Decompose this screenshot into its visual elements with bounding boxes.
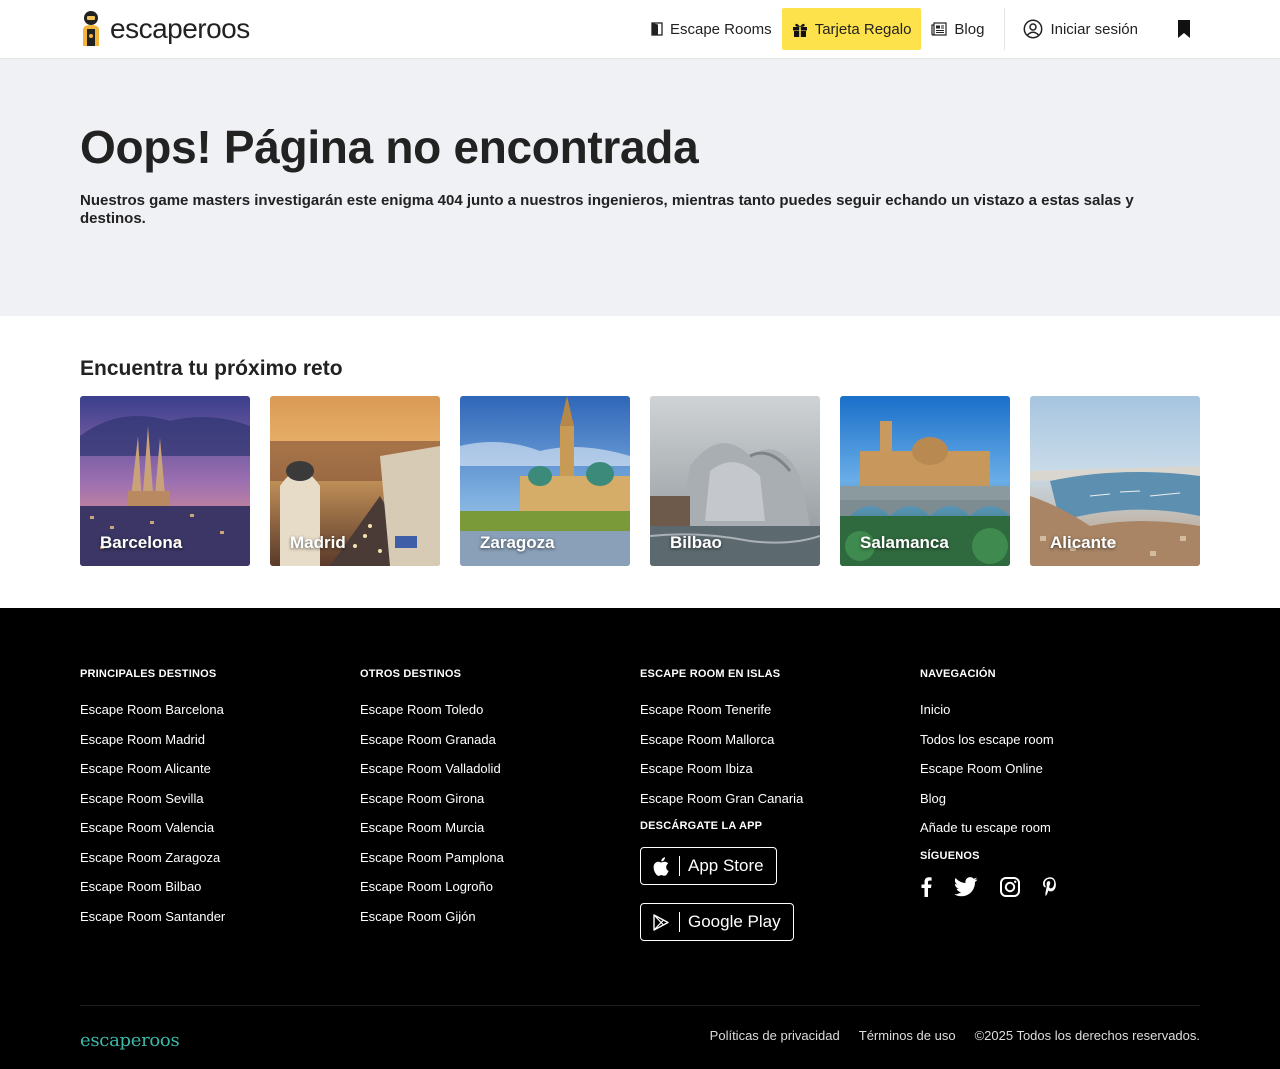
footer-link[interactable]: Escape Room Granada xyxy=(360,732,640,748)
logo-character-icon xyxy=(83,11,99,46)
site-header: escaperoos Escape Rooms Tarjeta Regalo B… xyxy=(0,0,1280,59)
footer-link[interactable]: Inicio xyxy=(920,702,1200,718)
footer-bottom-bar: escaperoos Políticas de privacidad Térmi… xyxy=(80,1005,1200,1069)
error-hero: Oops! Página no encontrada Nuestros game… xyxy=(0,59,1280,316)
page-subtitle: Nuestros game masters investigarán este … xyxy=(80,192,1134,227)
social-links xyxy=(920,876,1200,897)
footer-link[interactable]: Escape Room Online xyxy=(920,761,1200,777)
city-name: Zaragoza xyxy=(480,533,555,552)
nav-escape-rooms[interactable]: Escape Rooms xyxy=(641,8,782,50)
footer-link[interactable]: Escape Room Bilbao xyxy=(80,879,360,895)
copyright-text: ©2025 Todos los derechos reservados. xyxy=(974,1028,1200,1043)
city-name: Madrid xyxy=(290,533,346,552)
bookmark-icon xyxy=(1178,20,1190,38)
footer-link[interactable]: Añade tu escape room xyxy=(920,820,1200,836)
footer-link[interactable]: Escape Room Girona xyxy=(360,791,640,807)
cities-section: Encuentra tu próximo reto Barcelona Madr… xyxy=(0,316,1280,608)
nav-escape-rooms-label: Escape Rooms xyxy=(669,20,772,38)
site-logo[interactable]: escaperoos xyxy=(80,10,250,47)
footer-col-principales: PRINCIPALES DESTINOS Escape Room Barcelo… xyxy=(80,668,360,959)
city-card-salamanca[interactable]: Salamanca xyxy=(840,396,1010,566)
city-card-zaragoza[interactable]: Zaragoza xyxy=(460,396,630,566)
city-card-barcelona[interactable]: Barcelona xyxy=(80,396,250,566)
apple-icon xyxy=(653,856,669,876)
footer-heading: ESCAPE ROOM EN ISLAS xyxy=(640,668,781,680)
store-separator xyxy=(679,856,680,876)
footer-link[interactable]: Todos los escape room xyxy=(920,732,1200,748)
app-store-label: App Store xyxy=(688,856,764,875)
city-name: Salamanca xyxy=(860,533,949,552)
door-icon xyxy=(651,22,663,36)
city-card-bilbao[interactable]: Bilbao xyxy=(650,396,820,566)
footer-logo[interactable]: escaperoos xyxy=(80,1030,180,1051)
nav-gift-card[interactable]: Tarjeta Regalo xyxy=(781,8,922,50)
footer-link[interactable]: Escape Room Pamplona xyxy=(360,850,640,866)
newspaper-icon xyxy=(931,22,948,36)
footer-link[interactable]: Escape Room Mallorca xyxy=(640,732,920,748)
terms-link[interactable]: Términos de uso xyxy=(859,1028,956,1043)
nav-login[interactable]: Iniciar sesión xyxy=(1023,8,1166,50)
pinterest-icon[interactable] xyxy=(1042,876,1058,897)
city-card-madrid[interactable]: Madrid xyxy=(270,396,440,566)
footer-link[interactable]: Escape Room Zaragoza xyxy=(80,850,360,866)
footer-link[interactable]: Escape Room Logroño xyxy=(360,879,640,895)
nav-gift-card-label: Tarjeta Regalo xyxy=(814,20,912,38)
site-footer: PRINCIPALES DESTINOS Escape Room Barcelo… xyxy=(0,608,1280,1069)
city-name: Barcelona xyxy=(100,533,183,552)
footer-link[interactable]: Escape Room Valencia xyxy=(80,820,360,836)
instagram-icon[interactable] xyxy=(1000,876,1020,897)
google-play-label: Google Play xyxy=(688,912,781,931)
page-title: Oops! Página no encontrada xyxy=(80,121,699,173)
gift-icon xyxy=(792,23,807,37)
google-play-icon xyxy=(653,913,669,931)
footer-link[interactable]: Escape Room Alicante xyxy=(80,761,360,777)
footer-link[interactable]: Escape Room Sevilla xyxy=(80,791,360,807)
app-store-button[interactable]: App Store xyxy=(640,847,777,885)
facebook-icon[interactable] xyxy=(920,876,932,897)
cities-heading: Encuentra tu próximo reto xyxy=(80,357,343,380)
footer-heading: NAVEGACIÓN xyxy=(920,668,996,680)
footer-link[interactable]: Escape Room Gran Canaria xyxy=(640,791,920,807)
store-separator xyxy=(679,912,680,932)
footer-link[interactable]: Escape Room Gijón xyxy=(360,909,640,925)
city-card-alicante[interactable]: Alicante xyxy=(1030,396,1200,566)
city-list: Barcelona Madrid Zaragoza Bilbao Salaman… xyxy=(80,396,1200,566)
footer-link[interactable]: Escape Room Toledo xyxy=(360,702,640,718)
legal-links: Políticas de privacidad Términos de uso … xyxy=(710,1028,1200,1043)
footer-heading: OTROS DESTINOS xyxy=(360,668,462,680)
footer-link[interactable]: Escape Room Valladolid xyxy=(360,761,640,777)
user-circle-icon xyxy=(1024,19,1043,39)
footer-col-islas: ESCAPE ROOM EN ISLAS Escape Room Tenerif… xyxy=(640,668,920,959)
footer-col-navegacion: NAVEGACIÓN Inicio Todos los escape room … xyxy=(920,668,1200,959)
nav-bookmarks[interactable] xyxy=(1166,8,1200,50)
twitter-icon[interactable] xyxy=(954,876,978,897)
footer-heading-social: SÍGUENOS xyxy=(920,849,980,862)
footer-col-otros: OTROS DESTINOS Escape Room Toledo Escape… xyxy=(360,668,640,959)
main-nav: Escape Rooms Tarjeta Regalo Blog Iniciar… xyxy=(641,8,1200,50)
city-name: Bilbao xyxy=(670,533,722,552)
footer-heading: PRINCIPALES DESTINOS xyxy=(80,668,217,680)
nav-blog[interactable]: Blog xyxy=(921,8,994,50)
footer-link[interactable]: Escape Room Murcia xyxy=(360,820,640,836)
footer-link[interactable]: Blog xyxy=(920,791,1200,807)
logo-text: escaperoos xyxy=(110,12,250,44)
footer-heading-app: DESCÁRGATE LA APP xyxy=(640,820,763,832)
nav-divider xyxy=(1004,8,1006,50)
nav-login-label: Iniciar sesión xyxy=(1050,20,1138,38)
footer-link[interactable]: Escape Room Santander xyxy=(80,909,360,925)
footer-link[interactable]: Escape Room Tenerife xyxy=(640,702,920,718)
footer-link[interactable]: Escape Room Barcelona xyxy=(80,702,360,718)
footer-link[interactable]: Escape Room Ibiza xyxy=(640,761,920,777)
footer-link[interactable]: Escape Room Madrid xyxy=(80,732,360,748)
privacy-link[interactable]: Políticas de privacidad xyxy=(710,1028,840,1043)
google-play-button[interactable]: Google Play xyxy=(640,903,794,941)
city-name: Alicante xyxy=(1050,533,1117,552)
nav-blog-label: Blog xyxy=(954,20,985,38)
